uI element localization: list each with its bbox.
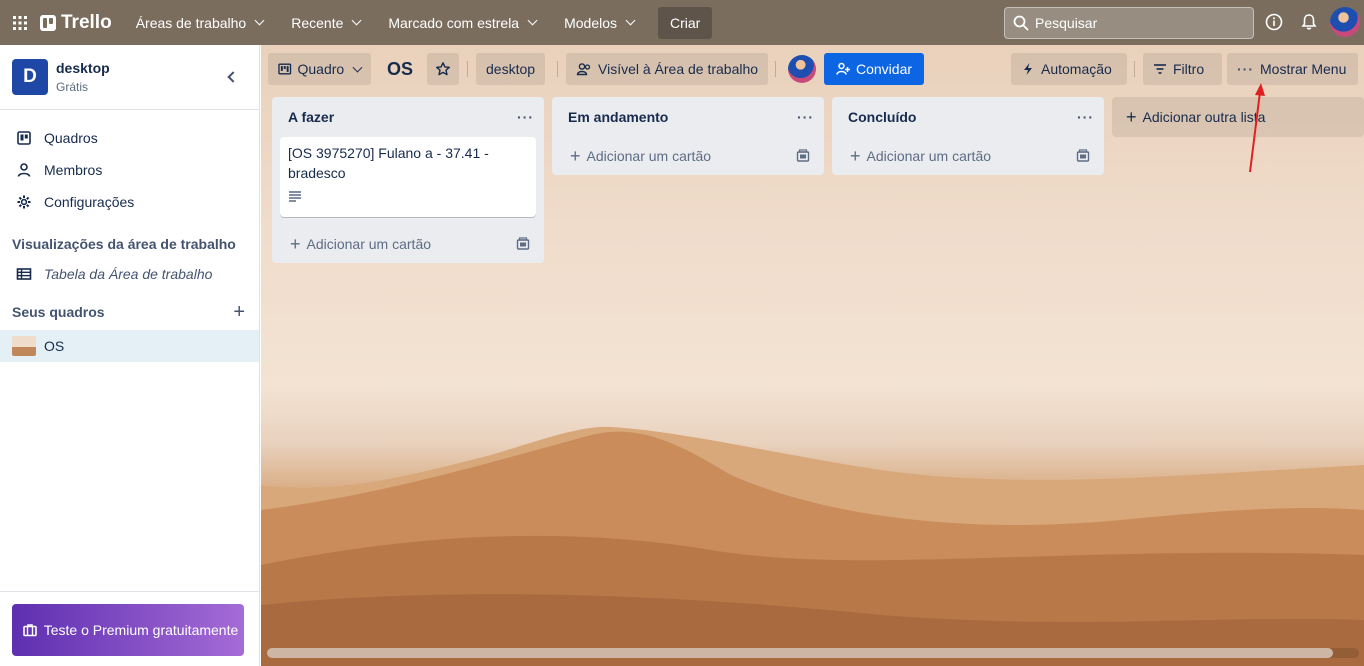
- sidebar-item-members[interactable]: Membros: [0, 154, 259, 186]
- add-card-button[interactable]: + Adicionar um cartão: [552, 137, 824, 175]
- search-placeholder: Pesquisar: [1035, 15, 1098, 31]
- divider: [775, 61, 776, 77]
- description-icon: [288, 187, 528, 207]
- info-icon[interactable]: [1263, 11, 1285, 33]
- star-icon: [436, 62, 450, 76]
- add-person-icon: [836, 62, 850, 75]
- list-header[interactable]: Em andamento ···: [552, 97, 824, 137]
- trello-logo[interactable]: Trello: [40, 12, 112, 34]
- desert-background-image: [261, 426, 1364, 666]
- user-avatar[interactable]: [1330, 7, 1360, 37]
- gear-icon: [17, 195, 31, 209]
- sidebar-board-os[interactable]: OS: [0, 330, 259, 362]
- list-menu-icon[interactable]: ···: [1077, 109, 1094, 125]
- trello-logo-icon: [40, 14, 56, 31]
- filter-icon: [1154, 64, 1166, 74]
- workspace-name: desktop: [56, 60, 110, 76]
- filter-button[interactable]: Filtro: [1143, 53, 1222, 85]
- board-icon: [17, 131, 31, 145]
- board-title[interactable]: OS: [387, 59, 413, 80]
- chevron-down-icon: [352, 62, 363, 72]
- divider: [0, 591, 259, 592]
- sidebar-item-boards[interactable]: Quadros: [0, 122, 259, 154]
- app-switcher-icon[interactable]: [0, 0, 40, 45]
- workspace-plan: Grátis: [56, 80, 89, 94]
- plus-icon: +: [1126, 106, 1137, 127]
- nav-starred[interactable]: Marcado com estrela: [378, 7, 546, 39]
- list-header[interactable]: Concluído ···: [832, 97, 1104, 137]
- chevron-down-icon: [625, 15, 636, 26]
- show-menu-button[interactable]: ··· Mostrar Menu: [1227, 53, 1358, 85]
- board-canvas: Quadro OS desktop Visível à Área de trab…: [261, 45, 1364, 666]
- list-a-fazer: A fazer ··· [OS 3975270] Fulano a - 37.4…: [272, 97, 544, 263]
- list-concluido: Concluído ··· + Adicionar um cartão: [832, 97, 1104, 175]
- views-section-title: Visualizações da área de trabalho: [12, 236, 236, 252]
- divider: [467, 61, 468, 77]
- list-menu-icon[interactable]: ···: [517, 109, 534, 125]
- your-boards-header: Seus quadros +: [12, 300, 245, 324]
- try-premium-button[interactable]: Teste o Premium gratuitamente: [12, 604, 244, 656]
- collapse-sidebar-icon[interactable]: [227, 71, 239, 83]
- add-list-button[interactable]: + Adicionar outra lista: [1112, 97, 1364, 137]
- horizontal-scrollbar[interactable]: [267, 648, 1359, 658]
- create-button[interactable]: Criar: [658, 6, 713, 39]
- template-icon[interactable]: [516, 237, 530, 251]
- add-card-button[interactable]: + Adicionar um cartão: [832, 137, 1104, 175]
- invite-button[interactable]: Convidar: [824, 53, 925, 85]
- card-title: [OS 3975270] Fulano a - 37.41 - bradesco: [288, 145, 489, 181]
- lightning-icon: [1024, 63, 1032, 75]
- workspace-header: D desktop Grátis: [0, 45, 259, 110]
- card[interactable]: [OS 3975270] Fulano a - 37.41 - bradesco: [280, 137, 536, 217]
- sidebar-item-settings[interactable]: Configurações: [0, 186, 259, 218]
- table-icon: [16, 268, 32, 280]
- briefcase-icon: [23, 624, 37, 637]
- nav-workspaces[interactable]: Áreas de trabalho: [126, 7, 274, 39]
- plus-icon: +: [290, 233, 301, 254]
- board-header: Quadro OS desktop Visível à Área de trab…: [261, 45, 1364, 93]
- plus-icon: +: [850, 145, 861, 166]
- nav-templates[interactable]: Modelos: [554, 7, 644, 39]
- board-thumbnail: [12, 336, 36, 356]
- template-icon[interactable]: [1076, 149, 1090, 163]
- chevron-down-icon: [351, 15, 362, 26]
- more-icon: ···: [1237, 61, 1254, 77]
- template-icon[interactable]: [796, 149, 810, 163]
- search-input[interactable]: Pesquisar: [1004, 7, 1254, 39]
- list-menu-icon[interactable]: ···: [797, 109, 814, 125]
- visibility-button[interactable]: Visível à Área de trabalho: [566, 53, 769, 85]
- person-icon: [17, 163, 31, 177]
- sidebar: D desktop Grátis Quadros Membros Configu…: [0, 45, 260, 666]
- add-card-button[interactable]: + Adicionar um cartão: [272, 225, 544, 263]
- workspace-button[interactable]: desktop: [476, 53, 546, 85]
- chevron-down-icon: [527, 15, 538, 26]
- scrollbar-thumb[interactable]: [267, 648, 1333, 658]
- sidebar-item-workspace-table[interactable]: Tabela da Área de trabalho: [0, 258, 259, 290]
- list-header[interactable]: A fazer ···: [272, 97, 544, 137]
- automation-button[interactable]: Automação: [1011, 53, 1127, 85]
- divider: [1134, 61, 1135, 77]
- board-view-switcher[interactable]: Quadro: [268, 53, 371, 85]
- chevron-down-icon: [254, 15, 265, 26]
- search-icon: [1013, 15, 1029, 31]
- people-icon: [576, 63, 591, 76]
- board-view-icon: [278, 63, 292, 75]
- member-avatar[interactable]: [788, 55, 816, 83]
- nav-recent[interactable]: Recente: [281, 7, 370, 39]
- add-board-icon[interactable]: +: [233, 301, 245, 324]
- workspace-avatar: D: [12, 59, 48, 95]
- divider: [557, 61, 558, 77]
- star-board-button[interactable]: [427, 53, 459, 85]
- notifications-bell-icon[interactable]: [1298, 11, 1320, 33]
- list-em-andamento: Em andamento ··· + Adicionar um cartão: [552, 97, 824, 175]
- top-nav: Trello Áreas de trabalho Recente Marcado…: [0, 0, 1364, 45]
- plus-icon: +: [570, 145, 581, 166]
